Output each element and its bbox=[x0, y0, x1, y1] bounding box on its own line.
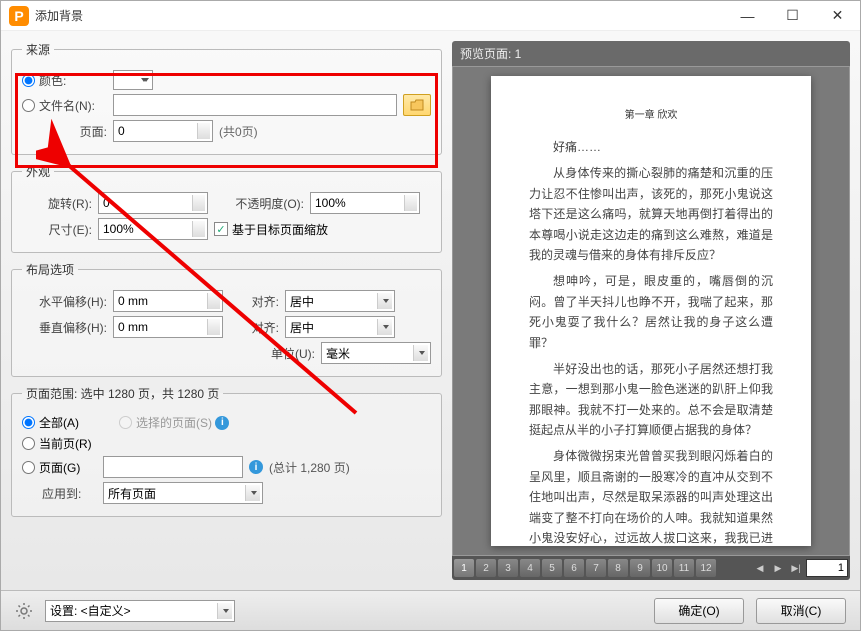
page-3[interactable]: 3 bbox=[498, 559, 518, 577]
ok-button[interactable]: 确定(O) bbox=[654, 598, 744, 624]
halign-label: 对齐: bbox=[229, 293, 279, 310]
pager-input[interactable] bbox=[806, 559, 848, 577]
apply-value[interactable]: 所有页面 bbox=[108, 485, 156, 502]
apply-label: 应用到: bbox=[22, 485, 97, 502]
browse-button[interactable] bbox=[403, 94, 431, 116]
preview-page: 第一章 欣欢 好痛…… 从身体传来的撕心裂肺的痛楚和沉重的压力让忍不住惨叫出声，… bbox=[491, 76, 811, 546]
range-all-label: 全部(A) bbox=[39, 414, 79, 431]
app-icon: P bbox=[9, 6, 29, 26]
range-pages-radio[interactable] bbox=[22, 461, 35, 474]
pager-next[interactable]: ▶ bbox=[770, 559, 786, 577]
range-all-radio[interactable] bbox=[22, 416, 35, 429]
close-button[interactable]: ✕ bbox=[815, 1, 860, 31]
filename-label: 文件名(N): bbox=[39, 97, 95, 114]
hoffset-value[interactable]: 0 mm bbox=[118, 294, 148, 308]
page-1[interactable]: 1 bbox=[454, 559, 474, 577]
window-title: 添加背景 bbox=[35, 7, 725, 24]
info-icon[interactable]: i bbox=[215, 416, 229, 430]
page-12[interactable]: 12 bbox=[696, 559, 716, 577]
range-selected-label: 选择的页面(S) bbox=[136, 414, 212, 431]
maximize-button[interactable]: ☐ bbox=[770, 1, 815, 31]
page-title: 第一章 欣欢 bbox=[529, 106, 773, 121]
rotate-value[interactable]: 0 bbox=[103, 196, 110, 210]
voffset-label: 垂直偏移(H): bbox=[22, 319, 107, 336]
page-content: 好痛…… 从身体传来的撕心裂肺的痛楚和沉重的压力让忍不住惨叫出声，该死的，那死小… bbox=[529, 137, 773, 546]
page-9[interactable]: 9 bbox=[630, 559, 650, 577]
valign-value[interactable]: 居中 bbox=[290, 319, 314, 336]
scale-checkbox[interactable]: ✓ bbox=[214, 222, 228, 236]
color-radio[interactable] bbox=[22, 74, 35, 87]
pager: 1 2 3 4 5 6 7 8 9 10 11 12 ◀ ▶ ▶| bbox=[452, 556, 850, 580]
rotate-label: 旋转(R): bbox=[22, 195, 92, 212]
opacity-value[interactable]: 100% bbox=[315, 196, 346, 210]
page-2[interactable]: 2 bbox=[476, 559, 496, 577]
page-total: (共0页) bbox=[219, 123, 258, 140]
color-picker[interactable] bbox=[113, 70, 153, 90]
filename-input[interactable] bbox=[113, 94, 397, 116]
opacity-label: 不透明度(O): bbox=[214, 195, 304, 212]
valign-label: 对齐: bbox=[229, 319, 279, 336]
gear-icon bbox=[15, 602, 33, 620]
halign-value[interactable]: 居中 bbox=[290, 293, 314, 310]
scale-label: 基于目标页面缩放 bbox=[232, 221, 328, 238]
unit-label: 单位(U): bbox=[255, 345, 315, 362]
range-legend: 页面范围: 选中 1280 页，共 1280 页 bbox=[22, 385, 223, 402]
page-6[interactable]: 6 bbox=[564, 559, 584, 577]
page-label: 页面: bbox=[22, 123, 107, 140]
size-value[interactable]: 100% bbox=[103, 222, 134, 236]
range-pages-input[interactable] bbox=[103, 456, 243, 478]
page-8[interactable]: 8 bbox=[608, 559, 628, 577]
settings-combo[interactable]: 设置: <自定义> bbox=[50, 602, 131, 619]
voffset-value[interactable]: 0 mm bbox=[118, 320, 148, 334]
page-7[interactable]: 7 bbox=[586, 559, 606, 577]
appearance-legend: 外观 bbox=[22, 163, 54, 180]
range-selected-radio bbox=[119, 416, 132, 429]
preview-pane: 第一章 欣欢 好痛…… 从身体传来的撕心裂肺的痛楚和沉重的压力让忍不住惨叫出声，… bbox=[452, 66, 850, 556]
size-label: 尺寸(E): bbox=[22, 221, 92, 238]
page-4[interactable]: 4 bbox=[520, 559, 540, 577]
range-total: (总计 1,280 页) bbox=[269, 459, 350, 476]
pager-last[interactable]: ▶| bbox=[788, 559, 804, 577]
page-11[interactable]: 11 bbox=[674, 559, 694, 577]
color-label: 颜色: bbox=[39, 72, 66, 89]
pager-prev[interactable]: ◀ bbox=[752, 559, 768, 577]
unit-value[interactable]: 毫米 bbox=[326, 345, 350, 362]
page-value[interactable]: 0 bbox=[118, 124, 125, 138]
hoffset-label: 水平偏移(H): bbox=[22, 293, 107, 310]
preview-header: 预览页面: 1 bbox=[452, 41, 850, 66]
page-10[interactable]: 10 bbox=[652, 559, 672, 577]
range-current-radio[interactable] bbox=[22, 437, 35, 450]
source-legend: 来源 bbox=[22, 41, 54, 58]
range-current-label: 当前页(R) bbox=[39, 435, 92, 452]
range-pages-label: 页面(G) bbox=[39, 459, 80, 476]
page-5[interactable]: 5 bbox=[542, 559, 562, 577]
filename-radio[interactable] bbox=[22, 99, 35, 112]
cancel-button[interactable]: 取消(C) bbox=[756, 598, 846, 624]
minimize-button[interactable]: — bbox=[725, 1, 770, 31]
layout-legend: 布局选项 bbox=[22, 261, 78, 278]
info-icon[interactable]: i bbox=[249, 460, 263, 474]
